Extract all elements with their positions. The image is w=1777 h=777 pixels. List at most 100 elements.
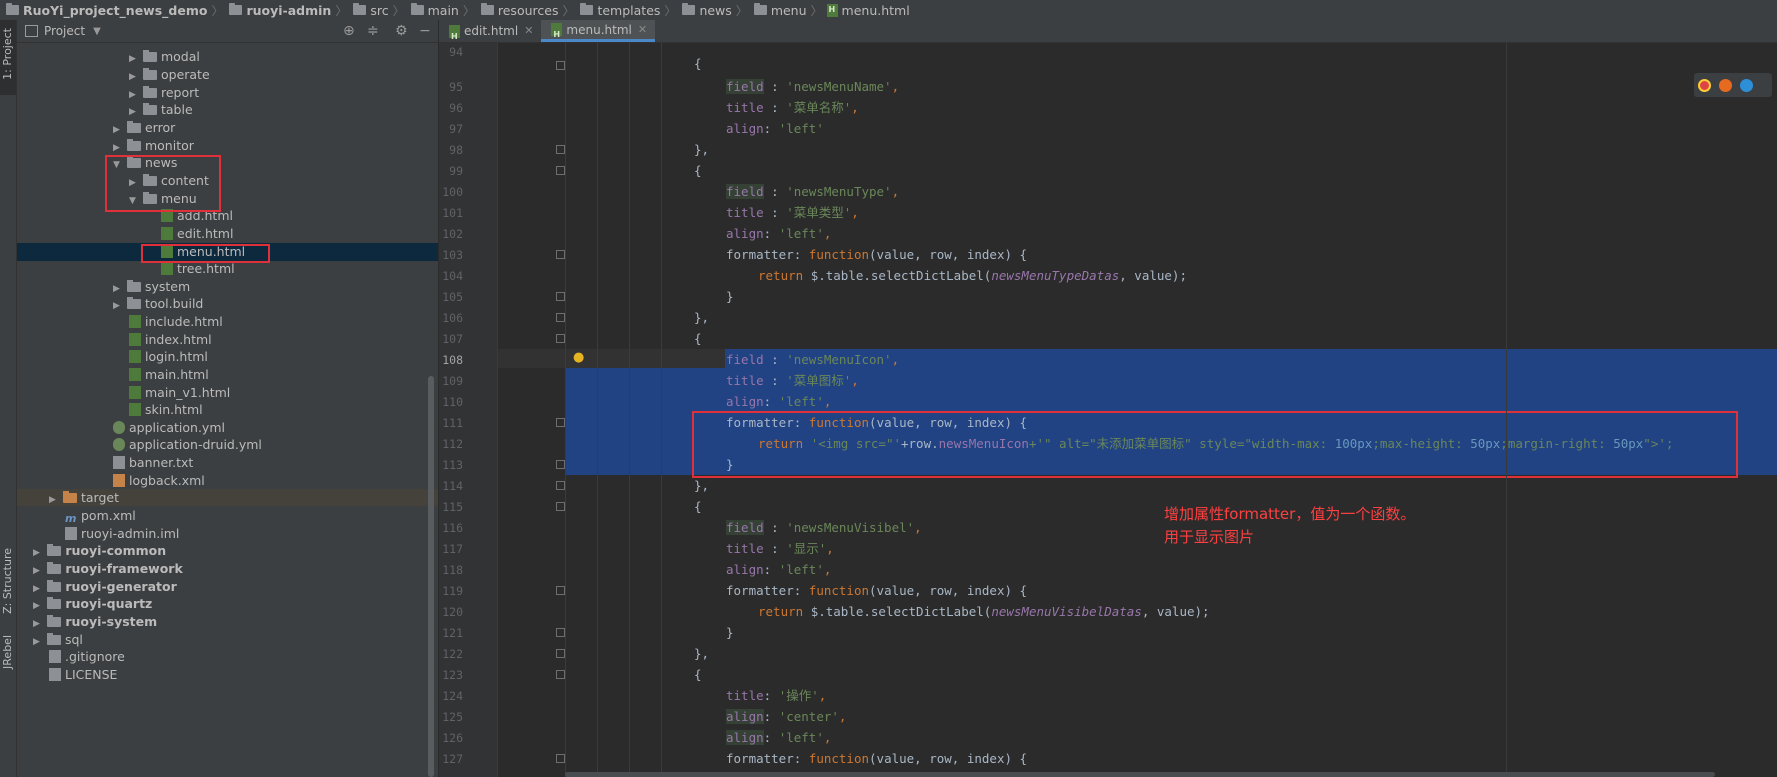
lightbulb-icon[interactable]: ●: [573, 350, 584, 365]
browser-preview-bar: [1694, 73, 1772, 97]
breadcrumb-item[interactable]: menu: [771, 3, 807, 18]
fold-marker[interactable]: [556, 502, 565, 511]
tree-folder[interactable]: ▶ table: [129, 101, 193, 119]
html-file-icon: [129, 368, 141, 381]
breadcrumb-item[interactable]: templates: [597, 3, 660, 18]
module-folder-icon: [229, 3, 243, 15]
safari-icon[interactable]: [1740, 78, 1753, 92]
tree-scrollbar[interactable]: [428, 376, 434, 777]
tree-folder[interactable]: ▶ monitor: [113, 137, 194, 155]
hide-icon[interactable]: −: [419, 23, 431, 39]
code-line: title : '菜单名称',: [726, 100, 859, 115]
tree-folder[interactable]: ▶ sql: [33, 631, 83, 649]
tree-folder[interactable]: ▶ error: [113, 119, 175, 137]
tree-file[interactable]: skin.html: [129, 401, 203, 419]
tree-file[interactable]: m pom.xml: [65, 507, 136, 525]
gear-icon[interactable]: ⚙: [395, 23, 408, 39]
tree-file[interactable]: edit.html: [161, 225, 233, 243]
breadcrumb-item[interactable]: RuoYi_project_news_demo: [23, 3, 207, 18]
fold-marker[interactable]: [556, 166, 565, 175]
tree-file[interactable]: .gitignore: [49, 648, 125, 666]
fold-marker[interactable]: [556, 628, 565, 637]
tree-label: skin.html: [145, 402, 203, 417]
tab-edit-html[interactable]: edit.html ✕: [439, 20, 541, 48]
tree-file[interactable]: include.html: [129, 313, 223, 331]
fold-marker[interactable]: [556, 670, 565, 679]
horizontal-scrollbar[interactable]: [565, 772, 1715, 777]
collapse-icon[interactable]: ≑: [367, 23, 379, 39]
fold-marker[interactable]: [556, 754, 565, 763]
tree-label: ruoyi-generator: [65, 579, 177, 594]
code-line: {: [694, 499, 702, 514]
fold-marker[interactable]: [556, 586, 565, 595]
breadcrumb-item[interactable]: news: [699, 3, 731, 18]
tree-file[interactable]: application.yml: [113, 419, 225, 437]
structure-tool-label[interactable]: Z: Structure: [1, 548, 14, 614]
tab-menu-html[interactable]: menu.html ✕: [541, 19, 656, 46]
code-line: align: 'left': [726, 121, 824, 136]
fold-marker[interactable]: [556, 61, 565, 70]
line-number: 112: [442, 437, 463, 451]
line-number: 98: [449, 143, 463, 157]
tree-folder[interactable]: ▶ operate: [129, 66, 210, 84]
code-line: formatter: function(value, row, index) {: [726, 751, 1028, 766]
tree-label: modal: [160, 49, 200, 64]
tree-file[interactable]: application-druid.yml: [113, 436, 262, 454]
fold-marker[interactable]: [556, 292, 565, 301]
chrome-icon[interactable]: [1698, 78, 1711, 92]
fold-marker[interactable]: [556, 250, 565, 259]
spring-yml-icon: [113, 421, 125, 434]
chevron-down-icon[interactable]: ▼: [93, 26, 101, 37]
tree-file[interactable]: banner.txt: [113, 454, 193, 472]
project-panel-title[interactable]: Project: [44, 24, 85, 38]
tree-label: main_v1.html: [145, 385, 231, 400]
line-number: 101: [442, 206, 463, 220]
breadcrumb-item[interactable]: resources: [498, 3, 559, 18]
breadcrumb-item[interactable]: main: [428, 3, 459, 18]
fold-marker[interactable]: [556, 418, 565, 427]
fold-marker[interactable]: [556, 649, 565, 658]
breadcrumb-item[interactable]: ruoyi-admin: [246, 3, 331, 18]
tree-file[interactable]: logback.xml: [113, 472, 205, 490]
tree-module[interactable]: ▶ ruoyi-common: [33, 542, 166, 560]
tree-label: table: [160, 102, 193, 117]
tree-file[interactable]: LICENSE: [49, 666, 117, 684]
tree-folder[interactable]: ▶ tool.build: [113, 295, 203, 313]
tree-label: logback.xml: [129, 473, 205, 488]
breadcrumb-item[interactable]: menu.html: [842, 3, 910, 18]
tree-module[interactable]: ▶ ruoyi-quartz: [33, 595, 152, 613]
fold-marker[interactable]: [556, 313, 565, 322]
tree-folder[interactable]: ▶ system: [113, 278, 190, 296]
tree-module[interactable]: ▶ ruoyi-framework: [33, 560, 183, 578]
breadcrumb-item[interactable]: src: [370, 3, 388, 18]
tree-module[interactable]: ▶ ruoyi-system: [33, 613, 157, 631]
tree-module[interactable]: ▶ ruoyi-generator: [33, 578, 177, 596]
firefox-icon[interactable]: [1719, 78, 1732, 92]
project-tool-label[interactable]: 1: Project: [1, 28, 14, 80]
tree-file[interactable]: main.html: [129, 366, 209, 384]
close-icon[interactable]: ✕: [638, 19, 647, 41]
fold-marker[interactable]: [556, 145, 565, 154]
tree-file[interactable]: main_v1.html: [129, 384, 230, 402]
jrebel-tool-label[interactable]: JRebel: [1, 635, 14, 669]
line-number: 94: [449, 45, 463, 59]
fold-marker[interactable]: [556, 334, 565, 343]
folder-icon: [142, 68, 157, 80]
tree-file[interactable]: index.html: [129, 331, 212, 349]
tree-file[interactable]: ruoyi-admin.iml: [65, 525, 179, 543]
fold-marker[interactable]: [556, 481, 565, 490]
line-number: 99: [449, 164, 463, 178]
fold-marker[interactable]: [556, 460, 565, 469]
folder-icon: [126, 297, 141, 309]
tree-folder[interactable]: ▶ report: [129, 84, 199, 102]
tree-file[interactable]: login.html: [129, 348, 208, 366]
tree-folder[interactable]: ▶ target: [49, 489, 119, 507]
target-icon[interactable]: ⊕: [343, 23, 355, 39]
line-number: 100: [442, 185, 463, 199]
project-tree: ▶ modal ▶ operate ▶ report ▶ table ▶ err…: [17, 43, 438, 777]
close-icon[interactable]: ✕: [524, 20, 533, 42]
line-number: 123: [442, 668, 463, 682]
tree-label: report: [160, 85, 200, 100]
tree-folder[interactable]: ▶ modal: [129, 48, 200, 66]
line-number: 125: [442, 710, 463, 724]
